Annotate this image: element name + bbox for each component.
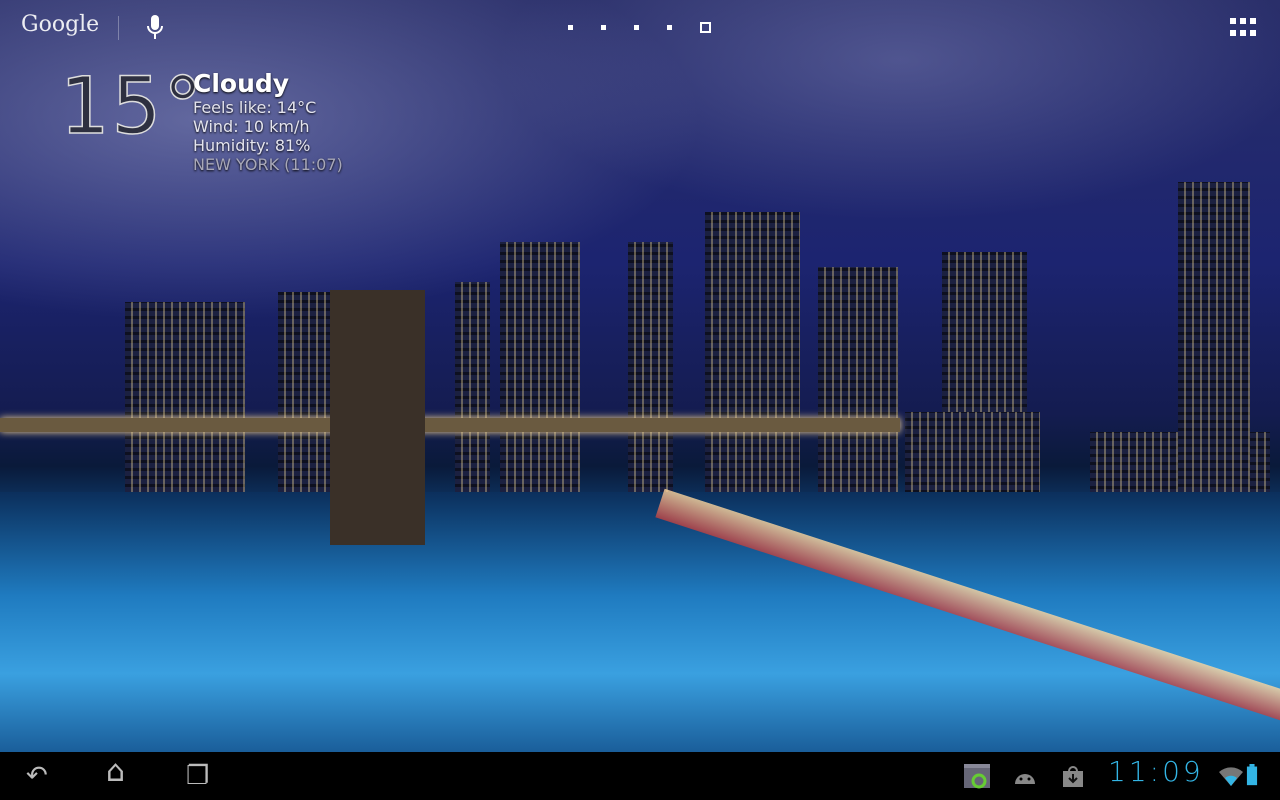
page-dot[interactable] xyxy=(634,25,639,30)
feels-like: Feels like: 14°C xyxy=(193,98,317,117)
page-dot[interactable] xyxy=(601,25,606,30)
system-bar: ↶ ⌂ ❐ xyxy=(0,752,1280,800)
wind: Wind: 10 km/h xyxy=(193,117,310,136)
building xyxy=(628,242,673,492)
download-icon[interactable] xyxy=(1060,766,1086,788)
clock[interactable]: 11:09 xyxy=(1108,755,1204,788)
building xyxy=(500,242,580,492)
home-button[interactable]: ⌂ xyxy=(106,757,125,787)
recents-button[interactable]: ❐ xyxy=(186,762,209,790)
battery-icon[interactable] xyxy=(1245,764,1259,786)
river xyxy=(0,492,1280,752)
bridge xyxy=(0,418,900,432)
microphone-icon[interactable] xyxy=(145,14,165,42)
android-icon[interactable] xyxy=(1012,766,1038,788)
location-time: NEW YORK (11:07) xyxy=(193,155,343,174)
humidity: Humidity: 81% xyxy=(193,136,311,155)
building xyxy=(705,212,800,492)
building xyxy=(1178,182,1250,492)
building xyxy=(455,282,490,492)
google-search-button[interactable]: Google xyxy=(21,12,99,37)
divider xyxy=(118,16,119,40)
temperature: 15° xyxy=(59,62,205,152)
page-dot[interactable] xyxy=(568,25,573,30)
page-dot[interactable] xyxy=(667,25,672,30)
screenshot-app-icon[interactable] xyxy=(963,762,991,790)
back-button[interactable]: ↶ xyxy=(26,762,48,790)
bridge-tower xyxy=(330,290,425,545)
page-indicator xyxy=(568,22,711,33)
building xyxy=(818,267,898,492)
page-dot-current[interactable] xyxy=(700,22,711,33)
weather-condition: Cloudy xyxy=(193,69,290,98)
wifi-icon[interactable] xyxy=(1218,766,1244,788)
all-apps-icon[interactable] xyxy=(1230,18,1256,38)
building xyxy=(125,302,245,492)
